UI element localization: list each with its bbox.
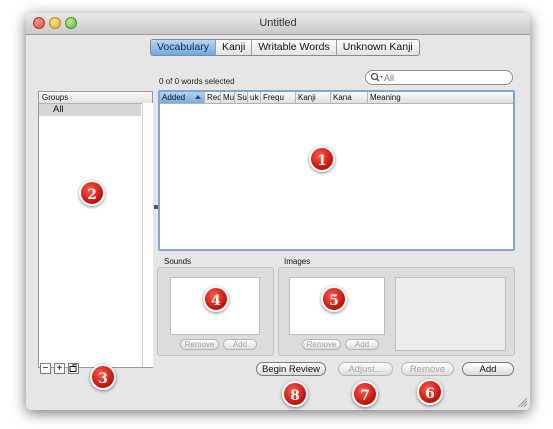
window-title: Untitled [259,17,297,29]
sort-ascending-icon [195,95,201,99]
column-kana[interactable]: Kana [331,92,368,103]
tab-vocabulary[interactable]: Vocabulary [151,40,216,55]
groups-list-item-all[interactable]: All [39,104,141,116]
callout-badge: 2 [79,180,105,206]
column-mu[interactable]: Mu [221,92,235,103]
callout-badge: 4 [203,286,229,312]
callout-badge: 6 [417,379,443,405]
column-added[interactable]: Added [160,92,205,103]
adjust-button[interactable]: Adjust... [338,362,393,376]
tab-kanji[interactable]: Kanji [216,40,253,55]
remove-group-button[interactable]: − [40,363,51,374]
image-preview [395,277,506,351]
tab-writable-words[interactable]: Writable Words [252,40,337,55]
column-frequ[interactable]: Frequ [261,92,296,103]
images-label: Images [284,257,311,266]
images-remove-button[interactable]: Remove [302,339,341,350]
title-bar: Untitled [26,13,530,35]
sounds-add-button[interactable]: Add [223,339,257,350]
groups-panel: Groups All [38,91,153,368]
search-field[interactable] [365,70,513,85]
remove-word-button[interactable]: Remove [401,362,454,376]
tab-unknown-kanji[interactable]: Unknown Kanji [337,40,419,55]
magnifier-icon [370,72,384,86]
images-group: Remove Add [278,267,515,356]
add-word-button[interactable]: Add [462,362,514,376]
callout-badge: 3 [90,364,116,390]
word-table-header: Added Req Mu Su uk Frequ Kanji Kana Mean… [160,92,513,104]
resize-grip-icon[interactable] [516,396,528,408]
column-added-label: Added [162,93,186,102]
sounds-remove-button[interactable]: Remove [180,339,219,350]
column-req[interactable]: Req [205,92,221,103]
search-input[interactable] [384,72,504,83]
selection-status: 0 of 0 words selected [159,77,235,86]
column-kanji[interactable]: Kanji [296,92,331,103]
begin-review-button[interactable]: Begin Review [256,362,326,376]
add-group-button[interactable]: + [54,363,65,374]
images-add-button[interactable]: Add [345,339,379,350]
column-su[interactable]: Su [235,92,248,103]
groups-header: Groups [39,92,152,104]
groups-scrollbar[interactable] [142,103,153,367]
callout-badge: 8 [282,381,308,407]
groups-list-item-label: All [53,104,64,115]
sounds-label: Sounds [164,257,192,266]
app-window: Untitled Vocabulary Kanji Writable Words… [26,13,530,410]
callout-badge: 5 [321,286,347,312]
view-tab-bar: Vocabulary Kanji Writable Words Unknown … [150,39,420,56]
callout-badge: 7 [352,381,378,407]
column-meaning[interactable]: Meaning [368,92,513,103]
column-uk[interactable]: uk [248,92,261,103]
groups-header-label: Groups [42,93,69,102]
callout-badge: 1 [309,146,335,172]
smart-group-icon[interactable] [68,363,79,374]
word-table[interactable]: Added Req Mu Su uk Frequ Kanji Kana Mean… [158,90,515,251]
